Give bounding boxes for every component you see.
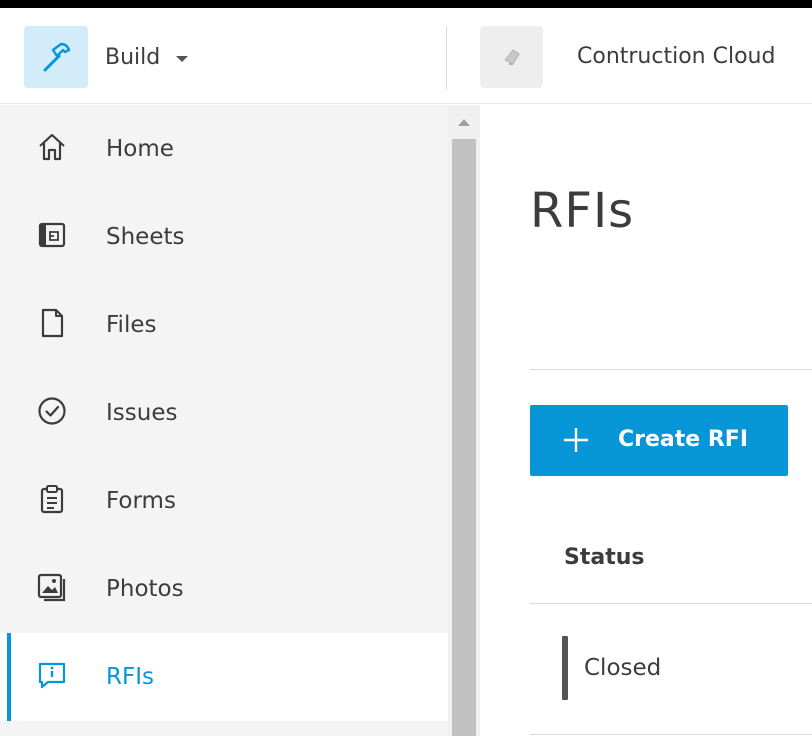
sidebar-item-files[interactable]: Files (0, 281, 448, 369)
main-content: RFIs Create RFI Status Closed (480, 105, 812, 736)
hammer-icon (24, 26, 88, 88)
create-rfi-label: Create RFI (618, 427, 749, 452)
divider (530, 369, 812, 370)
sidebar-item-label: Forms (106, 488, 176, 514)
status-value: Closed (584, 655, 662, 681)
top-header: Build Contruction Cloud (0, 8, 812, 104)
column-header-status[interactable]: Status (564, 545, 644, 570)
rfi-icon (34, 657, 70, 693)
create-rfi-button[interactable]: Create RFI (530, 405, 788, 476)
sidebar-item-label: RFIs (106, 664, 154, 690)
sidebar-item-label: Sheets (106, 224, 185, 250)
divider (530, 603, 812, 604)
sidebar-item-label: Home (106, 136, 174, 162)
plus-icon (564, 428, 588, 452)
scroll-up-arrow-icon[interactable] (458, 119, 470, 126)
sidebar-item-home[interactable]: Home (0, 105, 448, 193)
project-thumbnail-icon[interactable] (480, 26, 543, 88)
app-switcher[interactable]: Build (24, 26, 189, 88)
page-title: RFIs (530, 183, 635, 239)
file-icon (34, 305, 70, 341)
sidebar-item-issues[interactable]: Issues (0, 369, 448, 457)
photos-icon (34, 569, 70, 605)
sidebar-nav: Home Sheets Files Issues Forms Photos RF… (0, 105, 448, 736)
sidebar-item-label: Files (106, 312, 157, 338)
sidebar-item-photos[interactable]: Photos (0, 545, 448, 633)
header-divider (446, 26, 447, 90)
status-indicator (562, 636, 568, 700)
sheets-icon (34, 217, 70, 253)
check-circle-icon (34, 393, 70, 429)
divider (530, 734, 812, 735)
sidebar-item-forms[interactable]: Forms (0, 457, 448, 545)
sidebar-item-rfis[interactable]: RFIs (0, 633, 448, 721)
chevron-down-icon (176, 55, 189, 62)
project-name[interactable]: Contruction Cloud (577, 44, 775, 69)
scrollbar-thumb[interactable] (452, 139, 476, 736)
clipboard-icon (34, 481, 70, 517)
sidebar-item-label: Photos (106, 576, 184, 602)
active-indicator (7, 633, 11, 721)
sidebar-item-label: Issues (106, 400, 178, 426)
home-icon (34, 129, 70, 165)
sidebar-item-sheets[interactable]: Sheets (0, 193, 448, 281)
sidebar-scrollbar[interactable] (448, 105, 480, 736)
top-edge (0, 0, 812, 8)
app-name: Build (105, 44, 161, 70)
